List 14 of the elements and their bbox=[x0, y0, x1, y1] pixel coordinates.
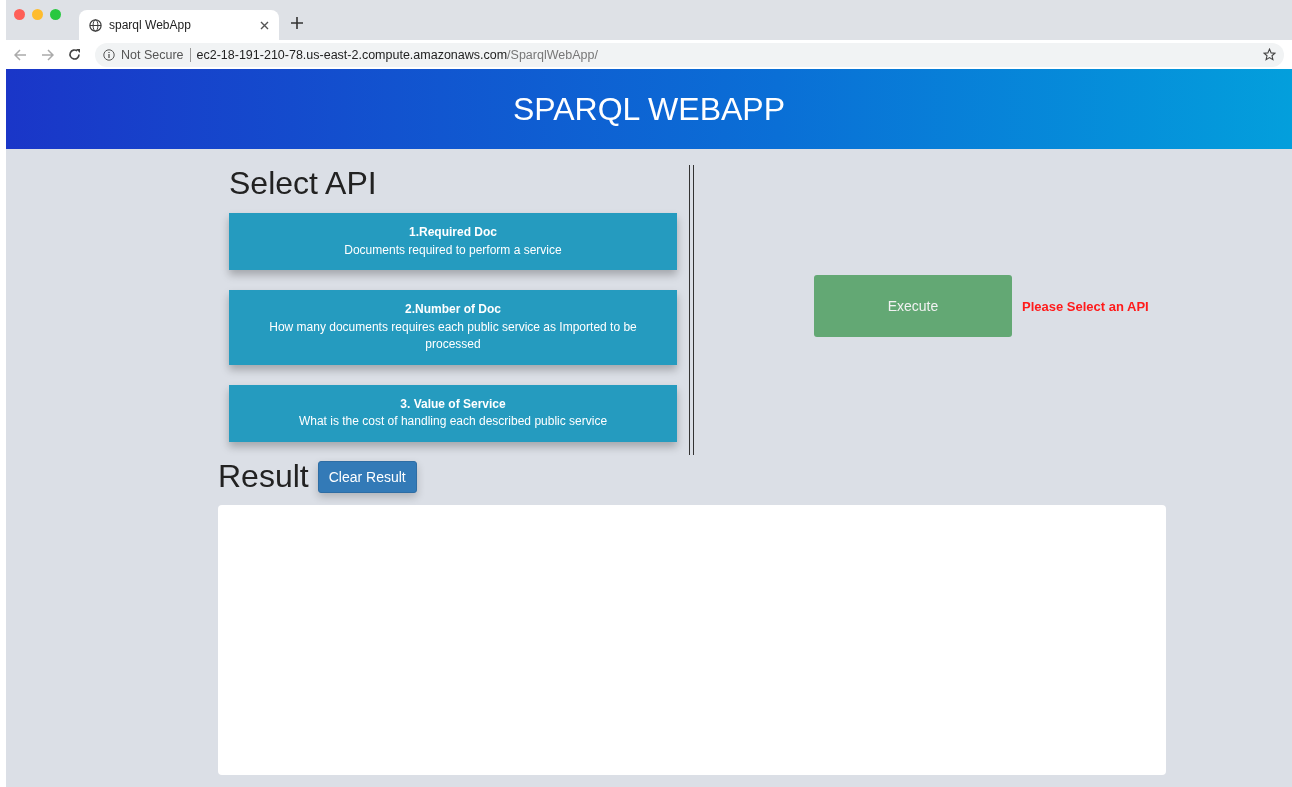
url-text: ec2-18-191-210-78.us-east-2.compute.amazonaws.com/SparqlWebApp/ bbox=[196, 47, 599, 62]
tab-title: sparql WebApp bbox=[109, 18, 192, 32]
address-bar[interactable]: Not Secure ec2-18-191-210-78.us-east-2.compute.amazonaws.com/SparqlWebApp/ bbox=[95, 42, 1284, 67]
api-option-button[interactable]: 2.Number of Doc How many documents requires each public service as Imported to be processed bbox=[229, 290, 677, 365]
execute-button[interactable]: Execute bbox=[814, 275, 1012, 337]
error-message: Please Select an API bbox=[1022, 298, 1149, 314]
section-heading: Select API bbox=[229, 165, 378, 203]
security-label: Not Secure bbox=[121, 47, 184, 62]
api-option-button[interactable]: 1.Required Doc Documents required to perform a service bbox=[229, 213, 677, 270]
api-option-button[interactable]: 3. Value of Service What is the cost of handling each described public service bbox=[229, 384, 677, 442]
browser-tab[interactable]: sparql WebApp bbox=[79, 10, 279, 40]
section-heading: Result bbox=[218, 458, 309, 495]
clear-result-button[interactable]: Clear Result bbox=[317, 460, 417, 493]
app-title: SPARQL WEBAPP bbox=[512, 90, 786, 128]
